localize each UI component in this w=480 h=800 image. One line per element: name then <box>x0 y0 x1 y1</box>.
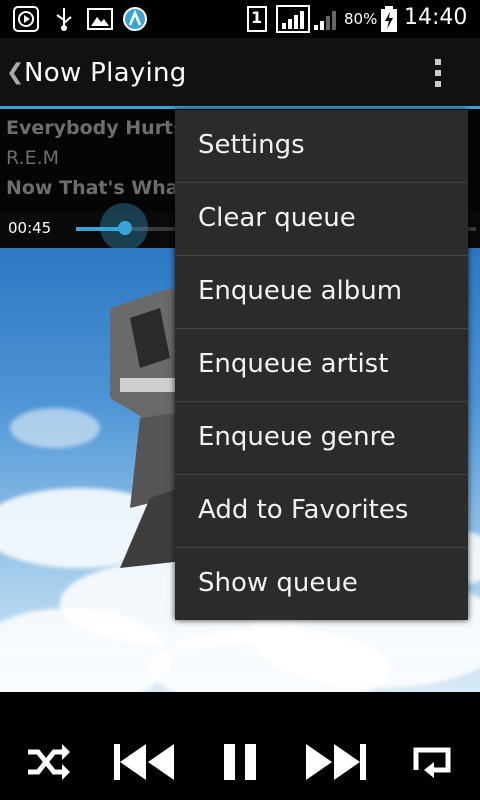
menu-item-label: Enqueue album <box>198 276 403 306</box>
menu-item-settings[interactable]: Settings <box>175 110 468 183</box>
seek-thumb[interactable] <box>118 221 132 235</box>
menu-item-label: Enqueue genre <box>198 422 396 452</box>
menu-item-label: Clear queue <box>198 203 356 233</box>
menu-item-label: Show queue <box>198 568 358 598</box>
back-chevron-icon[interactable]: ❮ <box>6 60 24 85</box>
menu-item-enqueue-album[interactable]: Enqueue album <box>175 256 468 329</box>
shuffle-icon[interactable] <box>24 740 72 784</box>
signal-2-icon <box>312 5 338 33</box>
overflow-menu-icon[interactable] <box>428 56 448 92</box>
battery-icon <box>380 5 398 33</box>
signal-icon <box>276 5 310 33</box>
app-icon <box>122 5 148 33</box>
menu-item-label: Settings <box>198 130 305 160</box>
play-circle-icon <box>12 5 40 33</box>
elapsed-time: 00:45 <box>8 219 52 237</box>
next-icon[interactable] <box>304 740 368 784</box>
track-artist: R.E.M <box>6 147 60 169</box>
menu-item-clear-queue[interactable]: Clear queue <box>175 183 468 256</box>
menu-item-label: Enqueue artist <box>198 349 389 379</box>
menu-item-show-queue[interactable]: Show queue <box>175 548 468 620</box>
clock: 14:40 <box>404 5 468 30</box>
menu-item-label: Add to Favorites <box>198 495 409 525</box>
sim-icon: 1 <box>246 5 268 33</box>
menu-item-add-to-favorites[interactable]: Add to Favorites <box>175 475 468 548</box>
menu-item-enqueue-genre[interactable]: Enqueue genre <box>175 402 468 475</box>
track-album: Now That's What <box>6 177 188 199</box>
image-icon <box>86 5 114 33</box>
sim-slot-number: 1 <box>251 8 263 27</box>
status-bar: 1 80% 14:40 <box>0 0 480 38</box>
page-title[interactable]: Now Playing <box>24 58 187 88</box>
track-title: Everybody Hurts <box>6 117 185 139</box>
battery-percent: 80% <box>344 10 378 28</box>
repeat-icon[interactable] <box>406 740 458 784</box>
usb-icon <box>52 5 76 33</box>
pause-icon[interactable] <box>222 740 258 784</box>
menu-item-enqueue-artist[interactable]: Enqueue artist <box>175 329 468 402</box>
overflow-menu: Settings Clear queue Enqueue album Enque… <box>175 110 468 620</box>
previous-icon[interactable] <box>112 740 176 784</box>
